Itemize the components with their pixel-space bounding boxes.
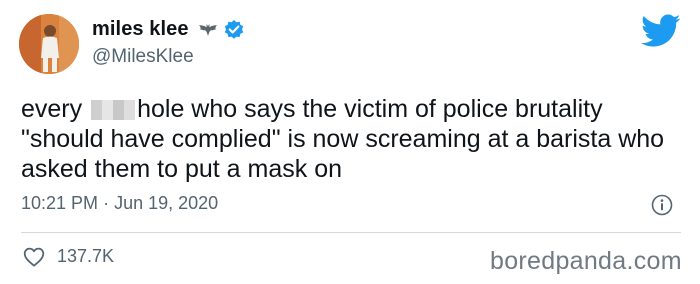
verified-badge-icon (223, 19, 245, 41)
display-name[interactable]: miles klee (92, 18, 189, 41)
tweet-timestamp[interactable]: 10:21 PM · Jun 19, 2020 (21, 193, 218, 214)
tweet-text-start: every (21, 95, 90, 123)
user-handle[interactable]: @MilesKlee (92, 46, 194, 68)
name-row: miles klee (92, 18, 245, 41)
tweet-time: 10:21 PM (21, 193, 99, 213)
tweet-text: every hole who says the victim of police… (21, 94, 691, 184)
bat-emoji-icon (198, 23, 218, 37)
tweet-date: Jun 19, 2020 (114, 193, 219, 213)
censor-block (91, 100, 136, 120)
watermark: boredpanda.com (490, 247, 682, 275)
divider (21, 232, 681, 233)
meta-separator: · (103, 193, 110, 213)
info-icon[interactable] (651, 194, 673, 221)
twitter-bird-icon[interactable] (641, 14, 681, 53)
tweet-card: miles klee @MilesKlee every hole who say… (0, 0, 700, 284)
heart-outline-icon[interactable] (23, 247, 45, 267)
like-count: 137.7K (57, 246, 115, 266)
avatar[interactable] (19, 14, 79, 74)
like-action[interactable]: 137.7K (23, 246, 114, 267)
